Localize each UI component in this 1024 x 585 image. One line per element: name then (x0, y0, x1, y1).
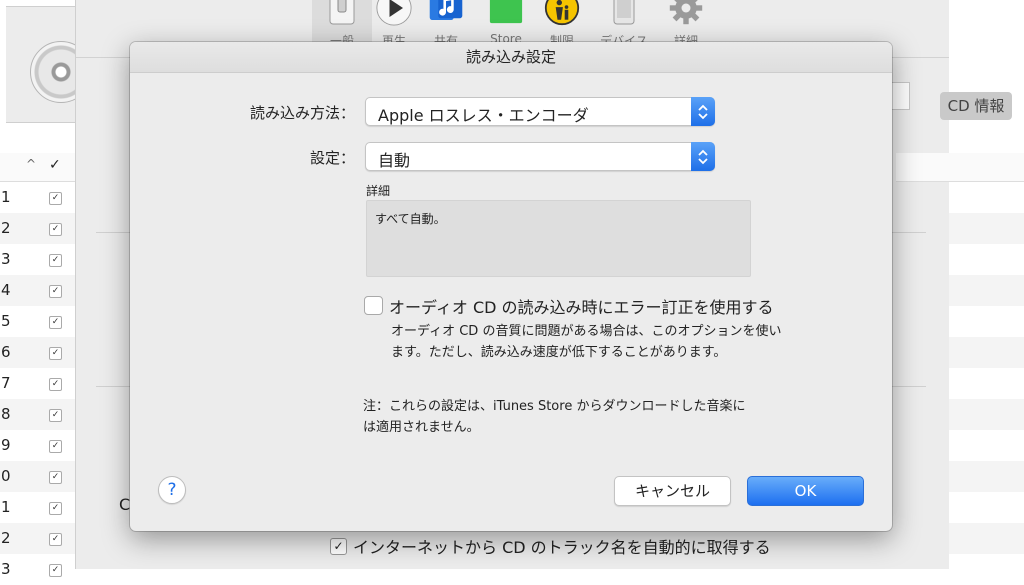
phone-icon (606, 0, 642, 26)
track-checkbox[interactable]: ✓ (49, 378, 62, 391)
track-row[interactable]: 3 ✓ (0, 554, 75, 585)
track-row[interactable]: 4 ✓ (0, 275, 75, 306)
track-checkbox[interactable]: ✓ (49, 285, 62, 298)
import-method-value: Apple ロスレス・エンコーダ (378, 106, 589, 125)
setting-popup[interactable]: 自動 (365, 142, 715, 171)
track-row-right[interactable] (949, 244, 1024, 275)
track-checkbox[interactable]: ✓ (49, 533, 62, 546)
error-correction-desc-line: オーディオ CD の音質に問題がある場合は、このオプションを使い (391, 324, 782, 339)
track-number: 9 (1, 436, 11, 454)
track-number: 7 (1, 374, 11, 392)
cd-artwork (6, 6, 92, 123)
itunes-store-note: 注：これらの設定は、iTunes Store からダウンロードした音楽に は適用… (363, 396, 803, 438)
track-checkbox[interactable]: ✓ (49, 564, 62, 577)
track-row-right[interactable] (949, 554, 1024, 585)
auto-fetch-checkbox[interactable]: ✓ (330, 537, 347, 555)
track-number: 4 (1, 281, 11, 299)
track-row[interactable]: 1 ✓ (0, 492, 75, 523)
cancel-button[interactable]: キャンセル (614, 476, 731, 506)
track-row[interactable]: 8 ✓ (0, 399, 75, 430)
track-number: 0 (1, 467, 11, 485)
track-list-header[interactable] (0, 153, 75, 182)
track-row-right[interactable] (949, 399, 1024, 430)
track-row-right[interactable] (949, 368, 1024, 399)
track-checkbox[interactable]: ✓ (49, 440, 62, 453)
track-row[interactable]: 3 ✓ (0, 244, 75, 275)
track-checkbox[interactable]: ✓ (49, 254, 62, 267)
check-all-icon[interactable]: ✓ (49, 157, 61, 173)
detail-box: すべて自動。 (366, 200, 751, 277)
sort-ascending-icon[interactable]: ^ (26, 157, 36, 171)
parental-icon (544, 0, 580, 26)
track-checkbox[interactable]: ✓ (49, 502, 62, 515)
play-icon (376, 0, 412, 26)
store-bag-icon (488, 0, 524, 26)
detail-text: すべて自動。 (375, 212, 446, 226)
gear-icon (668, 0, 704, 26)
track-row-right[interactable] (949, 523, 1024, 554)
updown-chevron-icon (691, 97, 715, 126)
track-number: 3 (1, 560, 11, 578)
track-row[interactable]: 7 ✓ (0, 368, 75, 399)
track-row-right[interactable] (949, 492, 1024, 523)
switch-icon (324, 0, 360, 26)
track-number: 2 (1, 219, 11, 237)
dialog-title: 読み込み設定 (130, 42, 892, 73)
help-button[interactable]: ? (158, 476, 186, 504)
track-checkbox[interactable]: ✓ (49, 347, 62, 360)
error-correction-desc-line: ます。ただし、読み込み速度が低下することがあります。 (391, 345, 727, 360)
track-list-header-right (896, 153, 1024, 182)
track-number: 2 (1, 529, 11, 547)
track-checkbox[interactable]: ✓ (49, 409, 62, 422)
track-row[interactable]: 0 ✓ (0, 461, 75, 492)
setting-value: 自動 (378, 151, 411, 170)
track-row[interactable]: 2 ✓ (0, 523, 75, 554)
updown-chevron-icon (691, 142, 715, 171)
track-row[interactable]: 9 ✓ (0, 430, 75, 461)
partial-label: C (119, 495, 131, 514)
auto-fetch-label: インターネットから CD のトラック名を自動的に取得する (353, 538, 771, 557)
track-number: 1 (1, 188, 11, 206)
track-row[interactable]: 6 ✓ (0, 337, 75, 368)
setting-label: 設定： (309, 149, 355, 167)
track-checkbox[interactable]: ✓ (49, 471, 62, 484)
track-checkbox[interactable]: ✓ (49, 223, 62, 236)
track-row[interactable]: 5 ✓ (0, 306, 75, 337)
track-row-right[interactable] (949, 275, 1024, 306)
ok-button[interactable]: OK (747, 476, 864, 506)
track-row-right[interactable] (949, 306, 1024, 337)
track-row-right[interactable] (949, 461, 1024, 492)
track-row-right[interactable] (949, 430, 1024, 461)
auto-fetch-track-names-option[interactable]: ✓ インターネットから CD のトラック名を自動的に取得する (330, 535, 771, 557)
track-row[interactable]: 2 ✓ (0, 213, 75, 244)
music-note-icon (428, 0, 464, 26)
detail-label: 詳細 (366, 184, 391, 198)
note-line: は適用されません。 (363, 420, 480, 435)
error-correction-label[interactable]: オーディオ CD の読み込み時にエラー訂正を使用する (389, 294, 774, 318)
track-number: 3 (1, 250, 11, 268)
track-number: 1 (1, 498, 11, 516)
import-method-label: 読み込み方法： (249, 104, 355, 122)
track-number: 8 (1, 405, 11, 423)
track-row-right[interactable] (949, 213, 1024, 244)
error-correction-checkbox[interactable] (364, 296, 383, 315)
track-checkbox[interactable]: ✓ (49, 316, 62, 329)
import-settings-dialog: 読み込み設定 読み込み方法： Apple ロスレス・エンコーダ 設定： 自動 詳… (130, 42, 892, 531)
track-row-right[interactable] (949, 182, 1024, 213)
track-number: 6 (1, 343, 11, 361)
error-correction-description: オーディオ CD の音質に問題がある場合は、このオプションを使い ます。ただし、… (391, 321, 811, 363)
track-number: 5 (1, 312, 11, 330)
track-row-right[interactable] (949, 337, 1024, 368)
track-row[interactable]: 1 ✓ (0, 182, 75, 213)
track-checkbox[interactable]: ✓ (49, 192, 62, 205)
cd-info-button[interactable]: CD 情報 (940, 92, 1012, 120)
note-line: 注：これらの設定は、iTunes Store からダウンロードした音楽に (363, 399, 746, 414)
import-method-popup[interactable]: Apple ロスレス・エンコーダ (365, 97, 715, 126)
